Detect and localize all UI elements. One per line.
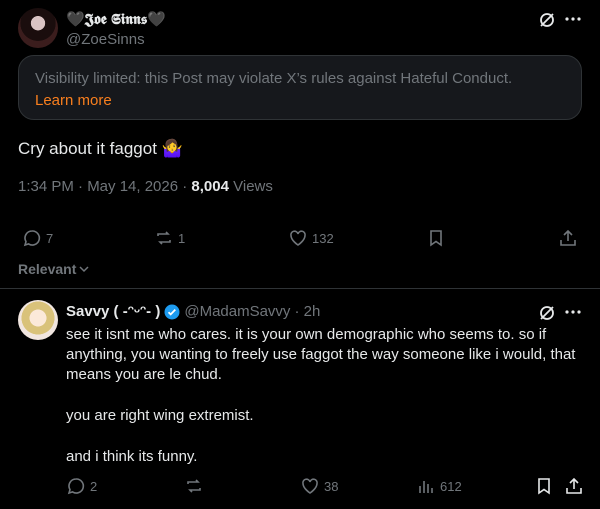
reply-icon — [22, 228, 42, 248]
reply-icon — [66, 476, 86, 496]
repost-icon — [184, 476, 204, 496]
reply-paragraph: see it isnt me who cares. it is your own… — [66, 326, 576, 383]
post-text: Cry about it faggot 🤷‍♀️ — [18, 139, 183, 158]
author-avatar[interactable] — [18, 8, 58, 48]
post-actions: 7 1 132 — [22, 228, 582, 248]
views-count: 612 — [440, 478, 462, 494]
share-button[interactable] — [558, 228, 578, 248]
share-button[interactable] — [564, 476, 584, 496]
post-timestamp[interactable]: 1:34 PM · May 14, 2026 · — [18, 178, 191, 195]
like-count: 38 — [324, 478, 339, 494]
visibility-notice: Visibility limited: this Post may violat… — [18, 55, 582, 120]
bookmark-icon — [426, 228, 446, 248]
author-name[interactable]: 🖤𝕵𝖔𝖊 𝕾𝖎𝖓𝖓𝖘🖤 — [66, 10, 166, 28]
views-label: Views — [228, 178, 273, 195]
like-button[interactable]: 38 — [300, 476, 338, 496]
reply-count: 7 — [46, 230, 54, 246]
reply-paragraph: you are right wing extremist. — [66, 407, 254, 424]
verified-badge-icon[interactable] — [164, 304, 180, 320]
repost-button[interactable] — [184, 476, 204, 496]
like-icon — [288, 228, 308, 248]
views-button[interactable]: 612 — [416, 476, 462, 496]
reply-button[interactable]: 7 — [22, 228, 53, 248]
reply-author-name[interactable]: Savvy ( -ᵔᵕᵔ- ) — [66, 303, 160, 320]
reply-author-avatar[interactable] — [18, 300, 58, 340]
like-icon — [300, 476, 320, 496]
reply-button[interactable]: 2 — [66, 476, 97, 496]
repost-icon — [154, 228, 174, 248]
sort-replies-button[interactable]: Relevant — [18, 261, 90, 277]
repost-button[interactable]: 1 — [154, 228, 185, 248]
views-count: 8,004 — [191, 178, 229, 195]
like-count: 132 — [312, 230, 334, 246]
bookmark-button[interactable] — [426, 228, 446, 248]
learn-more-link[interactable]: Learn more — [35, 90, 565, 112]
more-icon[interactable] — [564, 10, 582, 28]
reply-timestamp[interactable]: · 2h — [294, 303, 320, 320]
like-button[interactable]: 132 — [288, 228, 334, 248]
reply-actions: 2 38 612 — [66, 476, 586, 496]
post-meta: 1:34 PM · May 14, 2026 · 8,004 Views — [18, 178, 273, 195]
views-icon — [416, 476, 436, 496]
divider — [0, 288, 600, 289]
bookmark-button[interactable] — [534, 476, 554, 496]
share-icon — [564, 476, 584, 496]
more-icon[interactable] — [564, 303, 582, 321]
grok-icon[interactable] — [538, 304, 556, 322]
chevron-down-icon — [78, 263, 90, 275]
reply-count: 2 — [90, 478, 98, 494]
notice-text: Visibility limited: this Post may violat… — [35, 70, 513, 87]
reply-text: see it isnt me who cares. it is your own… — [66, 325, 586, 488]
reply-paragraph: and i think its funny. — [66, 448, 198, 465]
reply-header: Savvy ( -ᵔᵕᵔ- ) @MadamSavvy · 2h — [66, 303, 320, 320]
share-icon — [558, 228, 578, 248]
grok-icon[interactable] — [538, 11, 556, 29]
bookmark-icon — [534, 476, 554, 496]
author-handle[interactable]: @ZoeSinns — [66, 31, 145, 48]
sort-label: Relevant — [18, 261, 77, 277]
repost-count: 1 — [178, 230, 186, 246]
reply-author-handle[interactable]: @MadamSavvy — [184, 303, 290, 320]
